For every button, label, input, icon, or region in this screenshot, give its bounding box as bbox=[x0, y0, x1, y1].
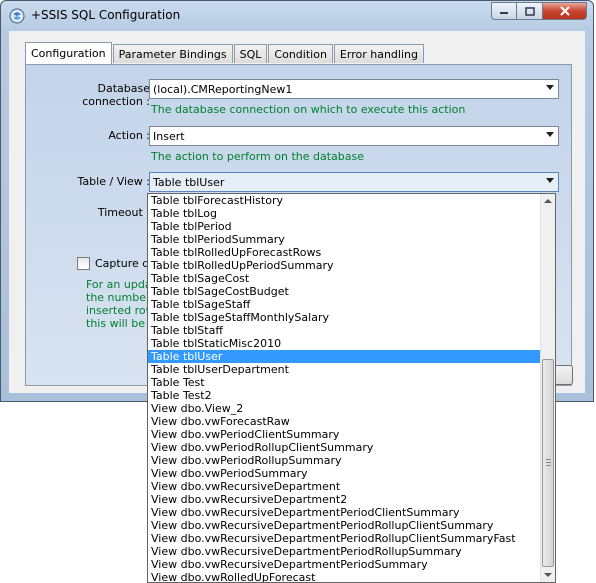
scroll-up-icon[interactable] bbox=[544, 199, 552, 203]
list-item[interactable]: Table tblSageCostBudget bbox=[148, 285, 541, 298]
action-value: Insert bbox=[153, 130, 185, 143]
list-item[interactable]: View dbo.vwRecursiveDepartmentPeriodRoll… bbox=[148, 519, 541, 532]
list-item[interactable]: View dbo.vwPeriodClientSummary bbox=[148, 428, 541, 441]
ssis-config-icon bbox=[9, 8, 25, 24]
table-view-dropdown-list[interactable]: Table tblForecastHistory Table tblLog Tabl… bbox=[147, 193, 556, 583]
note-line-3: inserted row bbox=[86, 304, 155, 317]
close-icon bbox=[559, 6, 570, 16]
tab-parameter-bindings[interactable]: Parameter Bindings bbox=[112, 44, 233, 63]
tab-error-handling[interactable]: Error handling bbox=[333, 44, 424, 63]
tab-condition[interactable]: Condition bbox=[268, 44, 333, 63]
list-item[interactable]: Table tblLog bbox=[148, 207, 541, 220]
list-item[interactable]: View dbo.vwRecursiveDepartmentPeriodRoll… bbox=[148, 532, 541, 545]
database-connection-select[interactable]: (local).CMReportingNew1 bbox=[149, 79, 559, 99]
list-item-selected[interactable]: Table tblUser bbox=[148, 350, 541, 363]
dropdown-items: Table tblForecastHistory Table tblLog Tabl… bbox=[148, 194, 541, 582]
list-item[interactable]: Table tblForecastHistory bbox=[148, 194, 541, 207]
capture-checkbox[interactable] bbox=[77, 257, 90, 270]
list-item[interactable]: Table tblSageStaff bbox=[148, 298, 541, 311]
grip-icon bbox=[546, 459, 551, 466]
scrollbar-thumb[interactable] bbox=[542, 359, 554, 567]
list-item[interactable]: Table tblUserDepartment bbox=[148, 363, 541, 376]
chevron-down-icon bbox=[546, 132, 554, 137]
minimize-icon bbox=[500, 12, 508, 14]
timeout-label: Timeout : bbox=[97, 206, 150, 219]
database-connection-label: Database connection : bbox=[82, 82, 150, 108]
tab-configuration[interactable]: Configuration bbox=[25, 42, 112, 64]
list-item[interactable]: Table tblPeriod bbox=[148, 220, 541, 233]
action-help: The action to perform on the database bbox=[151, 150, 365, 163]
chevron-down-icon bbox=[546, 178, 554, 183]
list-item[interactable]: Table tblRolledUpPeriodSummary bbox=[148, 259, 541, 272]
list-item[interactable]: View dbo.vwRecursiveDepartment2 bbox=[148, 493, 541, 506]
maximize-icon bbox=[524, 6, 535, 16]
list-item[interactable]: Table tblSageCost bbox=[148, 272, 541, 285]
tab-strip: Configuration Parameter Bindings SQL Con… bbox=[25, 42, 425, 64]
list-item[interactable]: View dbo.vwRecursiveDepartmentPeriodRoll… bbox=[148, 545, 541, 558]
note-line-1: For an updat bbox=[86, 278, 156, 291]
list-item[interactable]: View dbo.vwPeriodSummary bbox=[148, 467, 541, 480]
chevron-down-icon bbox=[546, 85, 554, 90]
dropdown-scrollbar[interactable] bbox=[540, 194, 555, 582]
database-connection-help: The database connection on which to exec… bbox=[151, 103, 466, 116]
action-label: Action : bbox=[108, 129, 150, 142]
table-view-select[interactable]: Table tblUser bbox=[149, 172, 559, 192]
window-title: +SSIS SQL Configuration bbox=[31, 8, 181, 22]
list-item[interactable]: Table Test bbox=[148, 376, 541, 389]
list-item[interactable]: Table tblStaticMisc2010 bbox=[148, 337, 541, 350]
list-item[interactable]: View dbo.vwPeriodRollupSummary bbox=[148, 454, 541, 467]
action-select[interactable]: Insert bbox=[149, 126, 559, 146]
list-item[interactable]: View dbo.vwRecursiveDepartmentPeriodClie… bbox=[148, 506, 541, 519]
list-item[interactable]: View dbo.vwRolledUpForecast bbox=[148, 571, 541, 582]
list-item[interactable]: View dbo.View_2 bbox=[148, 402, 541, 415]
minimize-button[interactable] bbox=[491, 2, 517, 20]
tab-sql[interactable]: SQL bbox=[233, 44, 268, 63]
list-item[interactable]: View dbo.vwRecursiveDepartmentPeriodSumm… bbox=[148, 558, 541, 571]
maximize-button[interactable] bbox=[517, 2, 543, 20]
title-bar[interactable]: +SSIS SQL Configuration bbox=[1, 1, 593, 31]
list-item[interactable]: View dbo.vwRecursiveDepartment bbox=[148, 480, 541, 493]
list-item[interactable]: Table Test2 bbox=[148, 389, 541, 402]
table-view-value: Table tblUser bbox=[153, 176, 225, 189]
scroll-down-icon[interactable] bbox=[544, 573, 552, 577]
list-item[interactable]: View dbo.vwPeriodRollupClientSummary bbox=[148, 441, 541, 454]
list-item[interactable]: Table tblPeriodSummary bbox=[148, 233, 541, 246]
list-item[interactable]: View dbo.vwForecastRaw bbox=[148, 415, 541, 428]
database-connection-value: (local).CMReportingNew1 bbox=[153, 83, 293, 96]
close-button[interactable] bbox=[543, 2, 587, 20]
list-item[interactable]: Table tblStaff bbox=[148, 324, 541, 337]
table-view-label: Table / View : bbox=[77, 175, 150, 188]
list-item[interactable]: Table tblSageStaffMonthlySalary bbox=[148, 311, 541, 324]
list-item[interactable]: Table tblRolledUpForecastRows bbox=[148, 246, 541, 259]
